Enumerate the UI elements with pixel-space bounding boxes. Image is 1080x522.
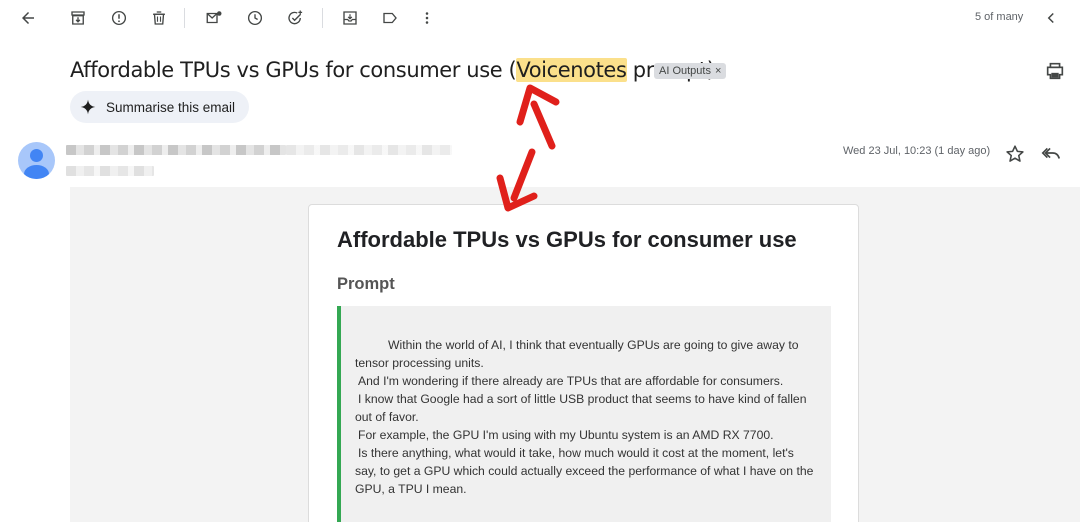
section-heading: Prompt: [337, 275, 395, 293]
subject-text-start: Affordable TPUs vs GPUs for consumer use…: [70, 58, 517, 82]
toolbar: 5 of many: [0, 0, 1080, 36]
delete-icon[interactable]: [147, 6, 171, 30]
pagination-count: 5 of many: [975, 11, 1024, 23]
prompt-line: For example, the GPU I'm using with my U…: [358, 428, 774, 442]
move-to-icon[interactable]: [338, 6, 362, 30]
archive-icon[interactable]: [66, 6, 90, 30]
prompt-blockquote: Within the world of AI, I think that eve…: [337, 306, 831, 522]
prompt-line: And I'm wondering if there already are T…: [358, 374, 784, 388]
summarise-email-button[interactable]: Summarise this email: [70, 91, 250, 123]
email-date: Wed 23 Jul, 10:23 (1 day ago): [843, 145, 991, 157]
print-icon[interactable]: [1044, 60, 1066, 82]
sender-email-redacted: [286, 145, 452, 155]
subject-highlight: Voicenotes: [516, 58, 627, 82]
mark-unread-icon[interactable]: [202, 6, 226, 30]
report-spam-icon[interactable]: [107, 6, 131, 30]
back-arrow-icon[interactable]: [16, 6, 40, 30]
more-options-icon[interactable]: [415, 6, 439, 30]
summarise-label: Summarise this email: [106, 99, 236, 115]
annotation-arrow-down: [496, 148, 538, 212]
prompt-line: Within the world of AI, I think that eve…: [355, 338, 799, 370]
label-chip-text: AI Outputs: [659, 65, 711, 77]
email-content-card: Affordable TPUs vs GPUs for consumer use…: [308, 204, 859, 522]
prompt-line: Is there anything, what would it take, h…: [355, 446, 814, 496]
sparkle-icon: [80, 99, 96, 115]
label-icon[interactable]: [378, 6, 402, 30]
label-chip[interactable]: AI Outputs ×: [654, 63, 727, 79]
prompt-line: I know that Google had a sort of little …: [355, 392, 807, 424]
remove-label-icon[interactable]: ×: [715, 65, 721, 77]
avatar[interactable]: [18, 142, 55, 179]
toolbar-divider: [184, 8, 185, 28]
sender-name-redacted: [66, 145, 286, 155]
add-task-icon[interactable]: [283, 6, 307, 30]
email-subject: Affordable TPUs vs GPUs for consumer use…: [70, 58, 715, 82]
reply-all-icon[interactable]: [1040, 142, 1062, 164]
snooze-icon[interactable]: [243, 6, 267, 30]
toolbar-divider: [322, 8, 323, 28]
recipient-redacted: [66, 166, 154, 176]
content-title: Affordable TPUs vs GPUs for consumer use: [337, 227, 797, 252]
star-icon[interactable]: [1004, 143, 1026, 165]
chevron-left-icon[interactable]: [1039, 6, 1063, 30]
